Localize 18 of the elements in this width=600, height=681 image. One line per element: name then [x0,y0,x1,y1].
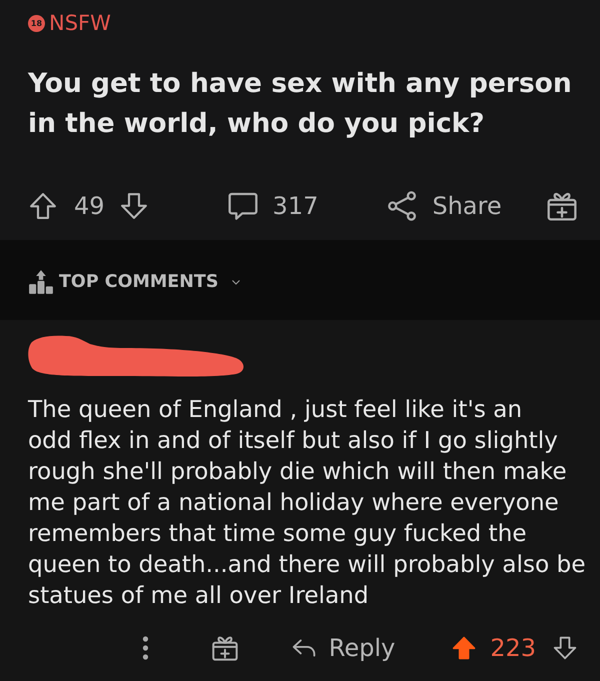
upvote-arrow-icon[interactable] [28,190,58,222]
more-options-icon[interactable] [142,636,149,660]
nsfw-label: NSFW [49,11,111,35]
comment-icon [226,190,259,222]
downvote-arrow-icon[interactable] [118,190,149,222]
age-badge: 18 [28,14,45,32]
comment-text: The queen of England , just feel like it's an odd flex in and of itself but also if I go slightly rough she'll probably die which will then make me part of a national holiday where everyone remembers that time some guy fucked the queen to death...and there will probably also be statues of me all over Ireland [28,395,587,611]
upvote-arrow-icon[interactable] [451,634,478,662]
reply-button[interactable]: Reply [290,634,396,662]
comments-button[interactable]: 317 [226,190,318,222]
share-icon [386,190,418,222]
vote-score: 223 [490,634,536,662]
share-button[interactable]: Share [386,190,502,222]
post-title: You get to have sex with any person in the world, who do you pick? [28,67,573,141]
podium-icon [28,269,54,295]
sort-dropdown[interactable]: TOP COMMENTS [28,269,242,295]
vote-score: 49 [74,192,105,220]
downvote-arrow-icon[interactable] [552,634,578,662]
